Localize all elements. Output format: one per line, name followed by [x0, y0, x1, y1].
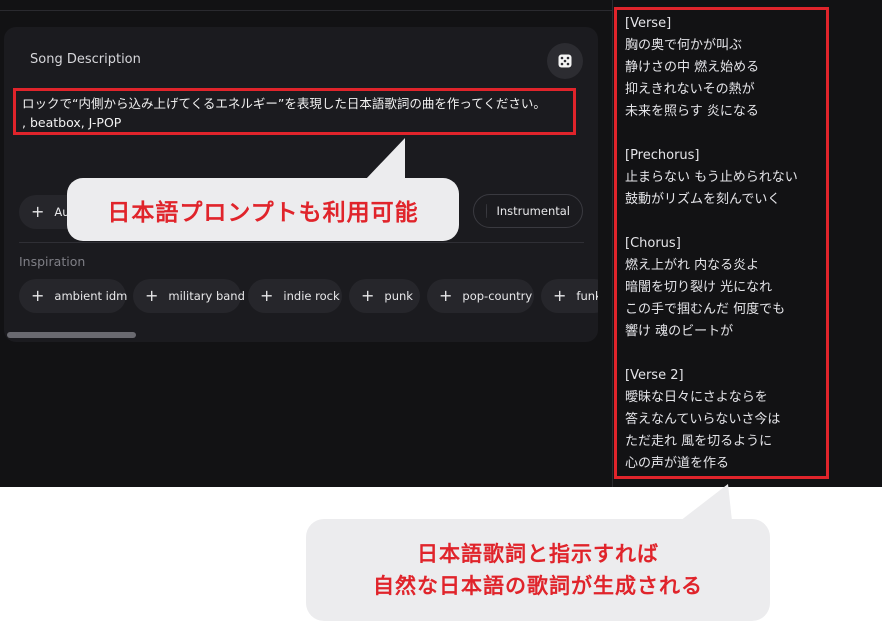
prompt-line-1: ロックで“内側から込み上げてくるエネルギー”を表現した日本語歌詞の曲を作ってくだ…: [22, 96, 546, 111]
inspiration-chip[interactable]: + punk: [349, 279, 420, 313]
lyrics-line: 胸の奥で何かが叫ぶ: [625, 38, 743, 53]
lyrics-line: 暗闇を切り裂け 光になれ: [625, 280, 773, 295]
plus-icon: +: [31, 202, 45, 221]
lyrics-line: 止まらない もう止められない: [625, 170, 798, 185]
inspiration-chip-label: punk: [384, 289, 413, 303]
lyrics-line: 答えなんていらないさ今は: [625, 412, 781, 427]
plus-icon: +: [439, 286, 453, 305]
inspiration-chip[interactable]: + funk: [541, 279, 598, 313]
lyrics-line: 静けさの中 燃え始める: [625, 60, 760, 75]
lyrics-section-header: [Verse 2]: [625, 368, 684, 383]
prompt-callout: 日本語プロンプトも利用可能: [67, 178, 459, 241]
prompt-callout-text: 日本語プロンプトも利用可能: [107, 199, 419, 226]
inspiration-chip-label: pop-country: [462, 289, 533, 303]
lyrics-line: 抑えきれないその熱が: [625, 82, 755, 97]
app-screen: Song Description ロックで“内側から込み上げてくるエネルギー”を…: [0, 0, 882, 487]
lyrics-section-header: [Chorus]: [625, 236, 681, 251]
lyrics-callout-line-1: 日本語歌詞と指示すれば: [417, 542, 659, 566]
instrumental-toggle[interactable]: Instrumental: [473, 194, 583, 228]
plus-icon: +: [145, 286, 159, 305]
inspiration-chip-label: indie rock: [283, 289, 340, 303]
lyrics-section-header: [Verse]: [625, 16, 672, 31]
horizontal-scrollbar[interactable]: [7, 332, 136, 338]
lyrics-line: 響け 魂のビートが: [625, 324, 734, 339]
plus-icon: +: [31, 286, 45, 305]
lyrics-line: この手で掴むんだ 何度でも: [625, 302, 786, 317]
lyrics-section-header: [Prechorus]: [625, 148, 700, 163]
inspiration-chip-label: ambient idm: [54, 289, 128, 303]
inspiration-chip[interactable]: + pop-country: [427, 279, 534, 313]
song-description-input[interactable]: ロックで“内側から込み上げてくるエネルギー”を表現した日本語歌詞の曲を作ってくだ…: [13, 88, 576, 135]
prompt-text: ロックで“内側から込み上げてくるエネルギー”を表現した日本語歌詞の曲を作ってくだ…: [22, 94, 546, 132]
lyrics-text: [Verse] 胸の奥で何かが叫ぶ静けさの中 燃え始める 抑えきれないその熱が 未来を…: [625, 13, 798, 475]
panel-divider: [612, 0, 613, 487]
callout-tail: [680, 484, 732, 521]
lyrics-callout: 日本語歌詞と指示すれば 自然な日本語の歌詞が生成される: [306, 519, 770, 621]
section-divider: [19, 242, 584, 243]
randomize-button[interactable]: [547, 43, 583, 79]
inspiration-chip[interactable]: + ambient idm: [19, 279, 128, 313]
inspiration-chip[interactable]: + indie rock: [248, 279, 342, 313]
plus-icon: +: [361, 286, 375, 305]
plus-icon: +: [553, 286, 567, 305]
song-description-title: Song Description: [30, 52, 141, 67]
lyrics-line: 鼓動がリズムを刻んでいく: [625, 192, 781, 207]
lyrics-line: 曖昧な日々にさよならを: [625, 390, 768, 405]
plus-icon: +: [260, 286, 274, 305]
dice-icon: [558, 54, 572, 68]
inspiration-chip-label: funk: [576, 289, 598, 303]
lyrics-line: 燃え上がれ 内なる炎よ: [625, 258, 760, 273]
lyrics-line: 未来を照らす 炎になる: [625, 104, 759, 119]
lyrics-panel: [Verse] 胸の奥で何かが叫ぶ静けさの中 燃え始める 抑えきれないその熱が 未来を…: [614, 7, 829, 479]
prompt-line-2: , beatbox, J-POP: [22, 115, 122, 130]
lyrics-line: ただ走れ 風を切るように: [625, 434, 773, 449]
callout-tail: [365, 138, 405, 180]
top-divider: [0, 10, 612, 11]
instrumental-label: Instrumental: [496, 204, 570, 218]
inspiration-label: Inspiration: [19, 254, 86, 269]
lyrics-line: 心の声が道を作る: [625, 456, 730, 471]
inspiration-chip[interactable]: + military band: [133, 279, 245, 313]
lyrics-callout-line-2: 自然な日本語の歌詞が生成される: [373, 574, 703, 598]
inspiration-chip-label: military band: [168, 289, 245, 303]
